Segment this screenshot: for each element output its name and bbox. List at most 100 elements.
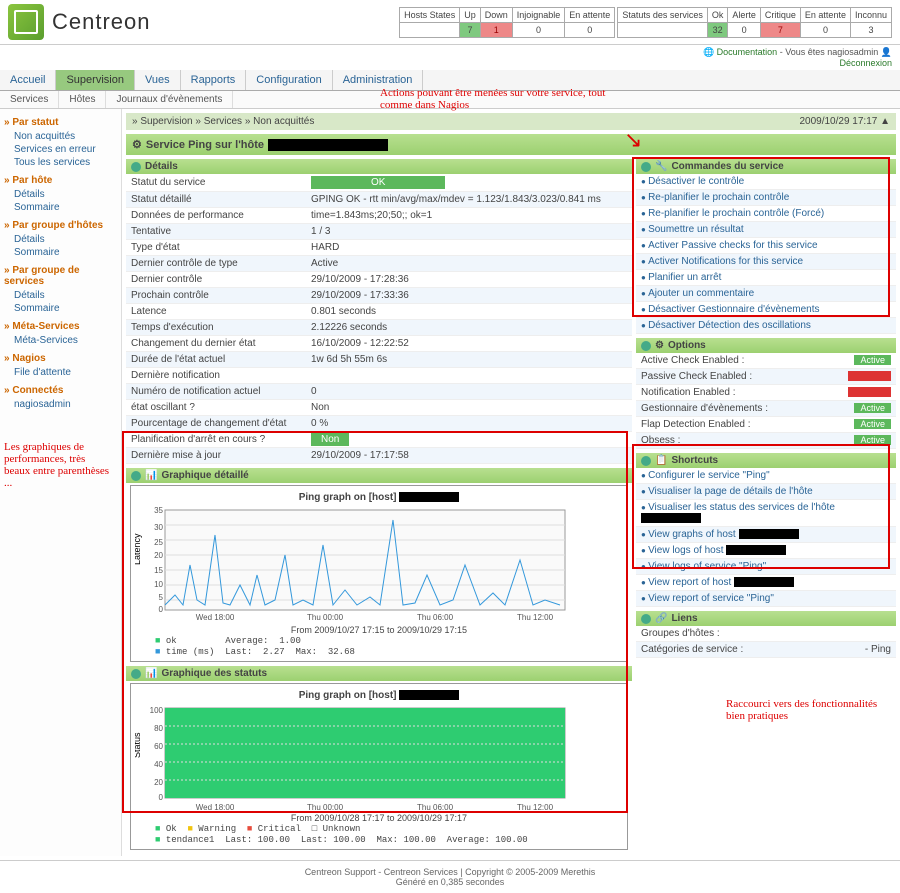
- logout-link[interactable]: Déconnexion: [839, 58, 892, 68]
- detail-label: Planification d'arrêt en cours ?: [126, 432, 306, 448]
- detail-value: 0: [306, 384, 632, 400]
- commands-title: 🔧 Commandes du service: [636, 159, 896, 174]
- detail-label: Données de performance: [126, 208, 306, 224]
- shortcut-link[interactable]: Configurer le service "Ping": [636, 468, 896, 484]
- sidebar-h-gh: Par groupe d'hôtes: [4, 220, 117, 231]
- command-link[interactable]: Désactiver Gestionnaire d'évènements: [636, 302, 896, 318]
- detail-label: Dernière mise à jour: [126, 448, 306, 464]
- command-link[interactable]: Planifier un arrêt: [636, 270, 896, 286]
- detail-label: Changement du dernier état: [126, 336, 306, 352]
- main-tabs: Accueil Supervision Vues Rapports Config…: [0, 70, 900, 91]
- sidebar-meta[interactable]: Méta-Services: [4, 334, 117, 347]
- svg-text:0: 0: [159, 793, 164, 802]
- service-header: ⚙ Service Ping sur l'hôte: [126, 134, 896, 155]
- detail-value: 2.12226 seconds: [306, 320, 632, 336]
- detail-value: 16/10/2009 - 12:22:52: [306, 336, 632, 352]
- graph1-title: 📊 Graphique détaillé: [126, 468, 632, 483]
- svg-text:Thu 12:00: Thu 12:00: [517, 613, 554, 622]
- hosts-stats-table: Hosts StatesUpDownInjoignableEn attente …: [399, 7, 615, 38]
- detail-label: Durée de l'état actuel: [126, 352, 306, 368]
- detail-value: GPING OK - rtt min/avg/max/mdev = 1.123/…: [306, 192, 632, 208]
- svg-text:25: 25: [154, 538, 163, 547]
- shortcut-link[interactable]: View logs of service "Ping": [636, 559, 896, 575]
- svg-text:Thu 00:00: Thu 00:00: [307, 613, 344, 622]
- svg-text:5: 5: [159, 593, 164, 602]
- tab-rapports[interactable]: Rapports: [181, 70, 247, 90]
- detail-value: 29/10/2009 - 17:33:36: [306, 288, 632, 304]
- tab-supervision[interactable]: Supervision: [56, 70, 134, 90]
- shortcut-link[interactable]: Visualiser les status des services de l'…: [636, 500, 896, 527]
- svg-text:Status: Status: [135, 732, 142, 758]
- detail-value: Non: [306, 432, 632, 448]
- content: » Supervision » Services » Non acquittés…: [122, 109, 900, 856]
- detail-value: 1 / 3: [306, 224, 632, 240]
- svg-text:10: 10: [154, 580, 163, 589]
- svg-text:40: 40: [154, 760, 163, 769]
- shortcut-link[interactable]: View report of service "Ping": [636, 591, 896, 607]
- shortcut-link[interactable]: View graphs of host: [636, 527, 896, 543]
- sidebar-tous-services[interactable]: Tous les services: [4, 156, 117, 169]
- svg-text:80: 80: [154, 724, 163, 733]
- subtab-services[interactable]: Services: [0, 91, 59, 108]
- sidebar-non-acquittes[interactable]: Non acquittés: [4, 130, 117, 143]
- services-stats-table: Statuts des servicesOkAlerteCritiqueEn a…: [617, 7, 892, 38]
- command-link[interactable]: Re-planifier le prochain contrôle: [636, 190, 896, 206]
- tab-vues[interactable]: Vues: [135, 70, 181, 90]
- shortcut-link[interactable]: Visualiser la page de détails de l'hôte: [636, 484, 896, 500]
- sidebar-file-attente[interactable]: File d'attente: [4, 366, 117, 379]
- sidebar-h-meta: Méta-Services: [4, 321, 117, 332]
- shortcuts-list: Configurer le service "Ping"Visualiser l…: [636, 468, 896, 607]
- detail-value: 29/10/2009 - 17:28:36: [306, 272, 632, 288]
- command-link[interactable]: Re-planifier le prochain contrôle (Forcé…: [636, 206, 896, 222]
- breadcrumb: » Supervision » Services » Non acquittés…: [126, 113, 896, 130]
- arrow-icon: ↘: [624, 127, 642, 153]
- sidebar-gh-sommaire[interactable]: Sommaire: [4, 246, 117, 259]
- annotation-left: Les graphiques de performances, très bea…: [4, 441, 114, 489]
- status-chart: Ping graph on [host] Status 100806040200…: [130, 683, 628, 850]
- detail-label: Temps d'exécution: [126, 320, 306, 336]
- options-table: Active Check Enabled :ActivePassive Chec…: [636, 353, 896, 449]
- subtab-journaux[interactable]: Journaux d'évènements: [106, 91, 233, 108]
- sidebar-gs-sommaire[interactable]: Sommaire: [4, 302, 117, 315]
- detail-label: Latence: [126, 304, 306, 320]
- svg-text:0: 0: [159, 605, 164, 614]
- svg-text:15: 15: [154, 566, 163, 575]
- svg-text:100: 100: [150, 706, 164, 715]
- detail-value: HARD: [306, 240, 632, 256]
- sidebar-services-erreur[interactable]: Services en erreur: [4, 143, 117, 156]
- detail-label: Statut du service: [126, 174, 306, 192]
- detail-label: Dernière notification: [126, 368, 306, 384]
- tab-administration[interactable]: Administration: [333, 70, 424, 90]
- command-link[interactable]: Activer Passive checks for this service: [636, 238, 896, 254]
- detail-value: 1w 6d 5h 55m 6s: [306, 352, 632, 368]
- command-link[interactable]: Désactiver Détection des oscillations: [636, 318, 896, 334]
- annotation-top: Actions pouvant être menées sur votre se…: [380, 87, 640, 111]
- detail-label: Pourcentage de changement d'état: [126, 416, 306, 432]
- command-link[interactable]: Désactiver le contrôle: [636, 174, 896, 190]
- sidebar-gh-details[interactable]: Détails: [4, 233, 117, 246]
- latency-chart: Ping graph on [host] Latency 35302520151…: [130, 485, 628, 662]
- detail-label: état oscillant ?: [126, 400, 306, 416]
- command-link[interactable]: Activer Notifications for this service: [636, 254, 896, 270]
- tab-configuration[interactable]: Configuration: [246, 70, 332, 90]
- tab-accueil[interactable]: Accueil: [0, 70, 56, 90]
- commands-list: Désactiver le contrôleRe-planifier le pr…: [636, 174, 896, 334]
- svg-text:Thu 06:00: Thu 06:00: [417, 613, 454, 622]
- command-link[interactable]: Ajouter un commentaire: [636, 286, 896, 302]
- redacted-host: [268, 139, 388, 151]
- sidebar-hote-details[interactable]: Détails: [4, 188, 117, 201]
- sidebar: Par statut Non acquittés Services en err…: [0, 109, 122, 856]
- sidebar-user[interactable]: nagiosadmin: [4, 398, 117, 411]
- detail-value: [306, 368, 632, 384]
- detail-value: 29/10/2009 - 17:17:58: [306, 448, 632, 464]
- subtab-hotes[interactable]: Hôtes: [59, 91, 106, 108]
- top-stats: Hosts StatesUpDownInjoignableEn attente …: [399, 7, 892, 38]
- detail-label: Dernier contrôle de type: [126, 256, 306, 272]
- sidebar-hote-sommaire[interactable]: Sommaire: [4, 201, 117, 214]
- command-link[interactable]: Soumettre un résultat: [636, 222, 896, 238]
- shortcut-link[interactable]: View logs of host: [636, 543, 896, 559]
- documentation-link[interactable]: Documentation: [717, 47, 778, 57]
- sidebar-gs-details[interactable]: Détails: [4, 289, 117, 302]
- sub-tabs: Services Hôtes Journaux d'évènements Act…: [0, 91, 900, 109]
- shortcut-link[interactable]: View report of host: [636, 575, 896, 591]
